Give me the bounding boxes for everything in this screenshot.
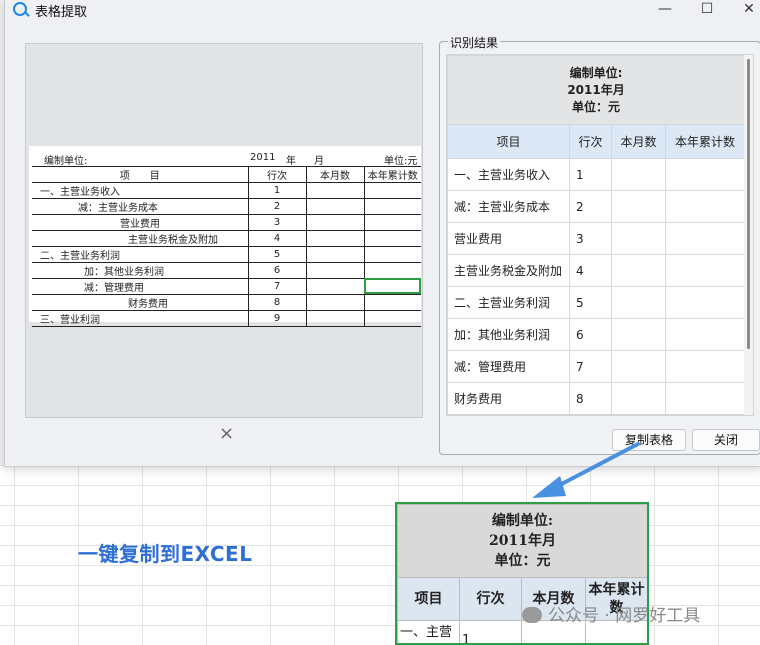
excel-cell-item: 一、主营业务收入 (397, 620, 460, 643)
preview-year: 2011 (250, 152, 276, 163)
clear-image-icon[interactable]: × (219, 423, 234, 444)
preview-row-item: 减：主营业务成本 (32, 198, 249, 215)
result-cell-item: 减：主营业务成本 (447, 190, 570, 223)
excel-header-money: 单位：元 (494, 553, 551, 569)
watermark-text: 公众号 · 网罗好工具 (548, 606, 701, 626)
table-extract-dialog: 表格提取 — ☐ ✕ 编制单位: 2011 年 月 单位:元 项 目 行次 本月… (4, 0, 760, 467)
preview-row-no: 9 (248, 310, 307, 327)
excel-header-unit: 编制单位: (491, 513, 554, 529)
result-scrollbar[interactable] (744, 55, 753, 415)
preview-row-no: 5 (248, 246, 307, 263)
result-cell-no: 8 (569, 382, 612, 415)
table-row: 一、主营业务收入 1 (447, 158, 746, 191)
preview-row-item: 财务费用 (32, 294, 249, 311)
result-header-cell: 编制单位: 2011年月 单位：元 (447, 55, 746, 125)
preview-col-month: 本月数 (306, 166, 365, 183)
preview-row-item: 减：管理费用 (32, 278, 249, 295)
title-bar: 表格提取 — ☐ ✕ (5, 0, 760, 23)
result-legend: 识别结果 (448, 34, 501, 51)
excel-header-year: 2011年月 (489, 533, 556, 549)
result-cell-item: 加：其他业务利润 (447, 318, 570, 351)
result-cell-no: 6 (569, 318, 612, 351)
image-preview-panel: 编制单位: 2011 年 月 单位:元 项 目 行次 本月数 本年累计数 一、主… (25, 43, 423, 418)
window-title: 表格提取 (35, 5, 88, 20)
preview-row-item: 营业费用 (32, 214, 249, 231)
result-cell-no: 4 (569, 254, 612, 287)
preview-row-item: 加：其他业务利润 (32, 262, 249, 279)
preview-row-item: 二、主营业务利润 (32, 246, 249, 263)
table-row: 减：主营业务成本 2 (447, 190, 746, 223)
arrow-icon (532, 442, 640, 498)
result-header-year: 2011年月 (567, 82, 625, 97)
table-row (447, 414, 746, 415)
preview-row-item: 一、主营业务收入 (32, 182, 249, 199)
preview-header-line: 编制单位: 2011 年 月 单位:元 (32, 151, 421, 167)
close-button[interactable]: 关闭 (692, 429, 760, 451)
preview-row-no: 7 (248, 278, 307, 295)
preview-row-no: 6 (248, 262, 307, 279)
result-header-unit: 编制单位: (569, 65, 623, 80)
result-cell-no: 1 (569, 158, 612, 191)
excel-col-no: 行次 (459, 577, 522, 621)
table-row: 营业费用 3 (447, 222, 746, 255)
preview-sheet-image: 编制单位: 2011 年 月 单位:元 项 目 行次 本月数 本年累计数 一、主… (29, 146, 421, 327)
result-header-money: 单位：元 (572, 99, 621, 114)
preview-year-unit: 年 (286, 156, 296, 166)
preview-row-no: 3 (248, 214, 307, 231)
preview-month-unit: 月 (314, 156, 324, 166)
table-row: 加：其他业务利润 6 (447, 318, 746, 351)
result-table-view[interactable]: 编制单位: 2011年月 单位：元 项目 行次 本月数 本年累计数 一、主营业务… (446, 54, 754, 416)
result-col-month: 本月数 (611, 124, 666, 159)
result-cell-no: 7 (569, 350, 612, 383)
table-row: 减：管理费用 7 (447, 350, 746, 383)
result-col-ytd: 本年累计数 (664, 124, 746, 159)
excel-col-item: 项目 (397, 577, 460, 621)
scrollbar-thumb[interactable] (747, 59, 750, 349)
preview-col-ytd: 本年累计数 (364, 166, 421, 183)
result-cell-item: 营业费用 (447, 222, 570, 255)
result-cell-no: 3 (569, 222, 612, 255)
table-row: 二、主营业务利润 5 (447, 286, 746, 319)
callout-text: 一键复制到EXCEL (78, 542, 253, 566)
result-cell-item: 减：管理费用 (447, 350, 570, 383)
table-row: 财务费用 8 (447, 382, 746, 415)
preview-row-no: 2 (248, 198, 307, 215)
close-window-button[interactable]: ✕ (729, 0, 760, 21)
excel-cell-no: 1 (459, 620, 522, 643)
preview-row-item: 三、营业利润 (32, 310, 249, 327)
result-col-item: 项目 (447, 124, 570, 159)
result-cell-item: 二、主营业务利润 (447, 286, 570, 319)
result-cell-item: 一、主营业务收入 (447, 158, 570, 191)
result-cell-no: 5 (569, 286, 612, 319)
magnifier-icon (13, 2, 27, 16)
excel-header-cell: 编制单位: 2011年月 单位：元 (397, 504, 647, 578)
recognition-result-group: 识别结果 编制单位: 2011年月 单位：元 项目 行次 本月数 本年累计数 一… (439, 34, 760, 455)
preview-col-item: 项 目 (32, 166, 249, 183)
watermark: 公众号 · 网罗好工具 (522, 601, 700, 626)
wechat-icon (522, 607, 542, 623)
table-row: 主营业务税金及附加 4 (447, 254, 746, 287)
preview-selected-cell (364, 278, 421, 295)
preview-row-no: 4 (248, 230, 307, 247)
result-cell-no: 2 (569, 190, 612, 223)
result-cell-item: 主营业务税金及附加 (447, 254, 570, 287)
preview-row-no: 1 (248, 182, 307, 199)
preview-money-unit: 单位:元 (384, 156, 418, 166)
result-table: 编制单位: 2011年月 单位：元 项目 行次 本月数 本年累计数 一、主营业务… (447, 55, 746, 415)
result-col-no: 行次 (569, 124, 612, 159)
preview-col-no: 行次 (248, 166, 307, 183)
minimize-button[interactable]: — (645, 0, 685, 21)
result-cell-item: 财务费用 (447, 382, 570, 415)
preview-unit: 编制单位: (44, 156, 88, 166)
maximize-button[interactable]: ☐ (687, 0, 727, 21)
preview-row-no: 8 (248, 294, 307, 311)
preview-row-item: 主营业务税金及附加 (32, 230, 249, 247)
preview-table: 编制单位: 2011 年 月 单位:元 项 目 行次 本月数 本年累计数 一、主… (32, 151, 421, 327)
